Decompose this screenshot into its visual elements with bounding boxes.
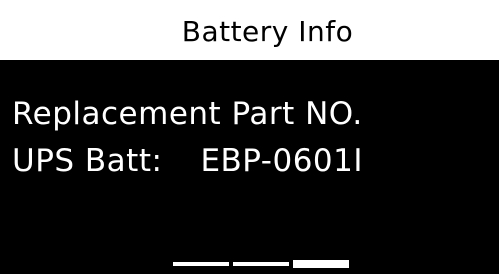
- ups-battery-label: UPS Batt:: [12, 143, 163, 179]
- header-bar: Battery Info: [0, 0, 499, 60]
- page-dash-3-active: [293, 260, 349, 268]
- page-indicator: [173, 260, 349, 268]
- page-dash-2: [233, 262, 289, 266]
- ups-battery-row: UPS Batt: EBP-0601I: [12, 146, 363, 177]
- ups-battery-part-number: EBP-0601I: [200, 143, 364, 179]
- page-title: Battery Info: [181, 14, 354, 48]
- replacement-part-label: Replacement Part NO.: [12, 96, 363, 132]
- lcd-screen: Battery Info Replacement Part NO. UPS Ba…: [0, 0, 499, 274]
- page-dash-1: [173, 262, 229, 266]
